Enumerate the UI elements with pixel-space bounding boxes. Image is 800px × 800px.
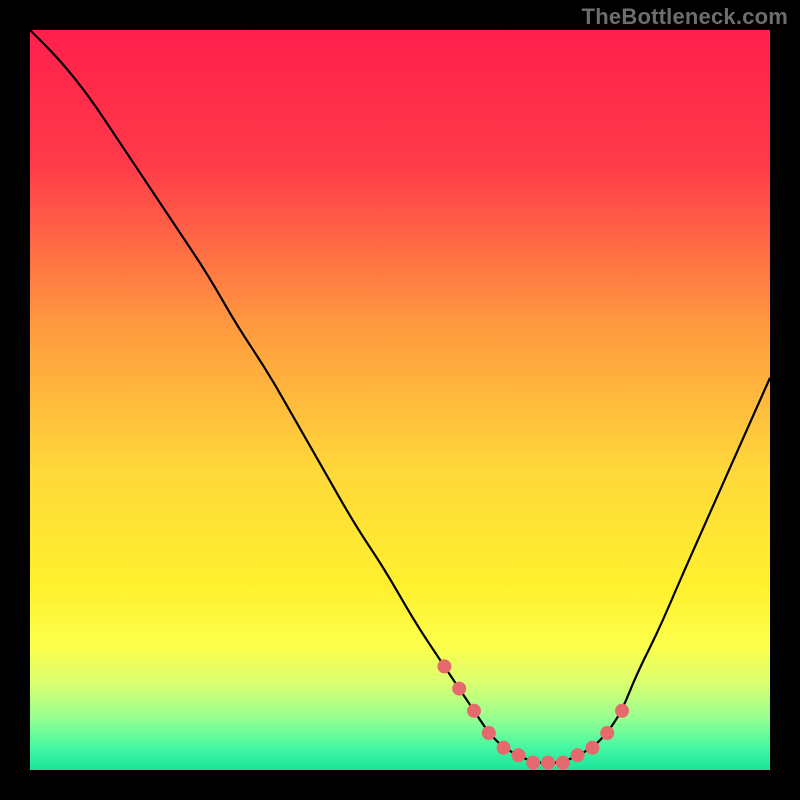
highlight-dot: [571, 748, 585, 762]
highlight-dot: [556, 756, 570, 770]
highlight-dot: [437, 659, 451, 673]
highlight-dot: [467, 704, 481, 718]
highlight-dot: [497, 741, 511, 755]
highlight-dot: [482, 726, 496, 740]
chart-frame: TheBottleneck.com: [0, 0, 800, 800]
gradient-rect: [30, 30, 770, 770]
highlight-dot: [600, 726, 614, 740]
watermark-label: TheBottleneck.com: [582, 4, 788, 30]
highlight-dot: [511, 748, 525, 762]
chart-svg: [30, 30, 770, 770]
highlight-dot: [452, 682, 466, 696]
highlight-dot: [541, 756, 555, 770]
highlight-dot: [526, 756, 540, 770]
plot-area: [30, 30, 770, 770]
highlight-dot: [615, 704, 629, 718]
highlight-dot: [585, 741, 599, 755]
